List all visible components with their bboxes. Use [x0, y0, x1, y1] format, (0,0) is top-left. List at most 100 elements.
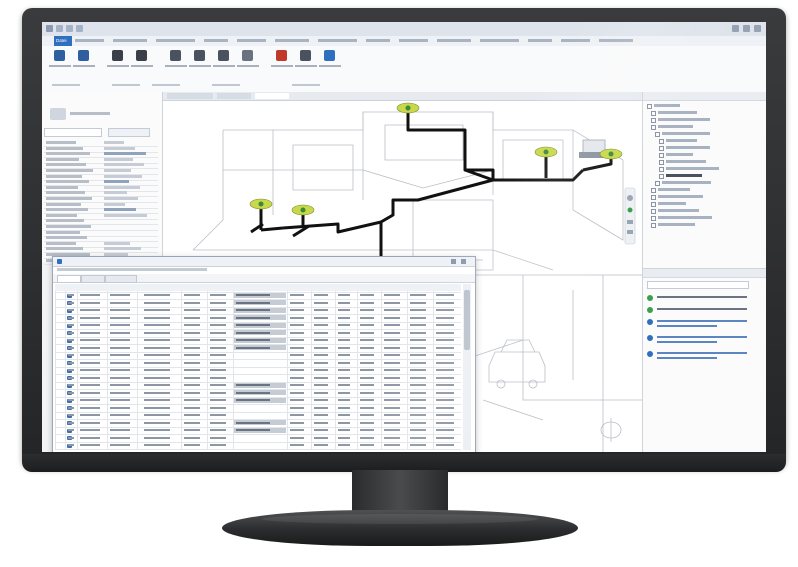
table-row[interactable]: [55, 299, 461, 306]
tree-node-expander[interactable]: [651, 125, 656, 130]
tree-node-expander[interactable]: [647, 104, 652, 109]
info-icon[interactable]: [324, 50, 335, 61]
tree-node-expander[interactable]: [651, 188, 656, 193]
report-icon[interactable]: [276, 50, 287, 61]
view-navigation-bar[interactable]: [624, 187, 636, 245]
table-row[interactable]: [55, 314, 461, 321]
table-row[interactable]: [55, 449, 461, 450]
tree-node[interactable]: [658, 188, 690, 191]
property-value[interactable]: [104, 141, 124, 144]
view-tab-2[interactable]: [217, 93, 251, 99]
check-filter-select[interactable]: [647, 281, 749, 289]
edit-type-button[interactable]: [108, 128, 150, 137]
save-icon[interactable]: [56, 25, 63, 32]
property-value[interactable]: [104, 169, 131, 172]
tree-node[interactable]: [654, 104, 680, 107]
pipe-data-dialog[interactable]: [52, 256, 476, 452]
table-icon[interactable]: [218, 50, 229, 61]
property-value[interactable]: [104, 213, 147, 217]
view-tab-3d[interactable]: [255, 93, 289, 99]
tree-node[interactable]: [658, 223, 695, 226]
dialog-maximize-icon[interactable]: [451, 259, 456, 264]
pipe-data-table[interactable]: [55, 284, 461, 450]
property-value[interactable]: [104, 174, 142, 178]
tree-node[interactable]: [658, 216, 712, 219]
table-row[interactable]: [55, 359, 461, 366]
close-icon[interactable]: [754, 25, 761, 32]
fitting-icon[interactable]: [136, 50, 147, 61]
dialog-tab-3[interactable]: [105, 275, 137, 283]
tree-node[interactable]: [666, 174, 702, 177]
sprinkler-head[interactable]: [249, 198, 273, 210]
tree-node[interactable]: [662, 132, 710, 135]
table-scrollbar-thumb[interactable]: [464, 290, 470, 350]
table-row[interactable]: [55, 322, 461, 329]
tree-node[interactable]: [658, 111, 697, 114]
tree-node[interactable]: [658, 209, 699, 212]
table-icon[interactable]: [194, 50, 205, 61]
property-value[interactable]: [104, 163, 144, 167]
table-row[interactable]: [55, 419, 461, 426]
undo-icon[interactable]: [66, 25, 73, 32]
table-row[interactable]: [55, 397, 461, 404]
tree-node-expander[interactable]: [651, 111, 656, 116]
tree-node-expander[interactable]: [659, 167, 664, 172]
property-value[interactable]: [104, 180, 129, 184]
tree-node-expander[interactable]: [659, 139, 664, 144]
property-value[interactable]: [104, 157, 133, 161]
building-icon[interactable]: [242, 50, 253, 61]
dialog-tab-1[interactable]: [57, 275, 81, 283]
sprinkler-head[interactable]: [599, 148, 623, 160]
tree-node-expander[interactable]: [651, 209, 656, 214]
sprinkler-head[interactable]: [534, 146, 558, 158]
tree-node[interactable]: [666, 160, 706, 163]
table-row[interactable]: [55, 412, 461, 419]
tree-node-expander[interactable]: [659, 174, 664, 179]
type-selector[interactable]: [44, 128, 102, 137]
dialog-close-icon[interactable]: [461, 259, 466, 264]
tree-node[interactable]: [666, 153, 693, 156]
redo-icon[interactable]: [76, 25, 83, 32]
menu-item[interactable]: Datei: [56, 38, 70, 43]
property-value[interactable]: [104, 202, 125, 206]
tree-node[interactable]: [666, 167, 719, 170]
table-row[interactable]: [55, 374, 461, 381]
tree-node[interactable]: [658, 125, 693, 128]
tools-icon[interactable]: [300, 50, 311, 61]
property-value[interactable]: [104, 208, 136, 212]
tree-node-expander[interactable]: [651, 202, 656, 207]
tree-node-expander[interactable]: [655, 181, 660, 186]
tree-node-expander[interactable]: [659, 146, 664, 151]
view-tab-1[interactable]: [167, 93, 213, 99]
tree-node-expander[interactable]: [659, 160, 664, 165]
tree-node[interactable]: [658, 118, 710, 121]
table-row[interactable]: [55, 434, 461, 441]
property-value[interactable]: [104, 191, 127, 195]
table-row[interactable]: [55, 292, 461, 299]
tree-node[interactable]: [666, 139, 697, 142]
tree-node-expander[interactable]: [651, 118, 656, 123]
tree-node[interactable]: [662, 181, 711, 184]
property-value[interactable]: [104, 185, 140, 189]
dialog-tab-2[interactable]: [81, 275, 105, 283]
table-row[interactable]: [55, 367, 461, 374]
table-row[interactable]: [55, 307, 461, 314]
tree-node[interactable]: [666, 146, 710, 149]
sprinkler-head[interactable]: [396, 102, 420, 114]
fitting-icon[interactable]: [112, 50, 123, 61]
property-value[interactable]: [104, 152, 146, 156]
sprinkler-head[interactable]: [291, 204, 315, 216]
table-row[interactable]: [55, 352, 461, 359]
table-row[interactable]: [55, 442, 461, 449]
pipe-icon[interactable]: [78, 50, 89, 61]
tree-node[interactable]: [658, 195, 703, 198]
table-scrollbar[interactable]: [463, 284, 471, 450]
property-value[interactable]: [104, 146, 135, 150]
table-row[interactable]: [55, 337, 461, 344]
sprinkler-heads[interactable]: [249, 102, 623, 216]
tree-node-expander[interactable]: [655, 132, 660, 137]
table-row[interactable]: [55, 329, 461, 336]
table-row[interactable]: [55, 427, 461, 434]
tree-node[interactable]: [658, 202, 686, 205]
table-row[interactable]: [55, 389, 461, 396]
